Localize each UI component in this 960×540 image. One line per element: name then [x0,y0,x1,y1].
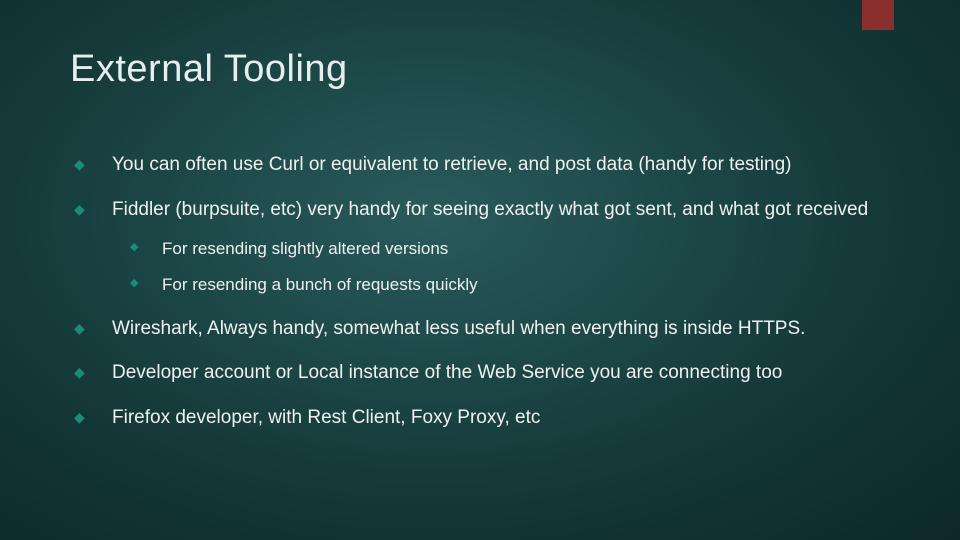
bullet-text: Firefox developer, with Rest Client, Fox… [112,407,540,428]
slide-title: External Tooling [70,48,890,91]
accent-bar [862,0,894,30]
list-item: For resending a bunch of requests quickl… [162,274,890,296]
bullet-list: You can often use Curl or equivalent to … [70,153,890,431]
sub-bullet-list: For resending slightly altered versions … [112,238,890,296]
bullet-text: Developer account or Local instance of t… [112,362,782,383]
list-item: Firefox developer, with Rest Client, Fox… [112,406,890,431]
list-item: Wireshark, Always handy, somewhat less u… [112,317,890,342]
bullet-text: For resending a bunch of requests quickl… [162,275,478,294]
list-item: You can often use Curl or equivalent to … [112,153,890,178]
bullet-text: You can often use Curl or equivalent to … [112,154,792,175]
list-item: Developer account or Local instance of t… [112,361,890,386]
bullet-text: For resending slightly altered versions [162,239,448,258]
list-item: For resending slightly altered versions [162,238,890,260]
slide-content: External Tooling You can often use Curl … [0,0,960,491]
bullet-text: Fiddler (burpsuite, etc) very handy for … [112,199,868,220]
list-item: Fiddler (burpsuite, etc) very handy for … [112,198,890,297]
bullet-text: Wireshark, Always handy, somewhat less u… [112,318,805,339]
